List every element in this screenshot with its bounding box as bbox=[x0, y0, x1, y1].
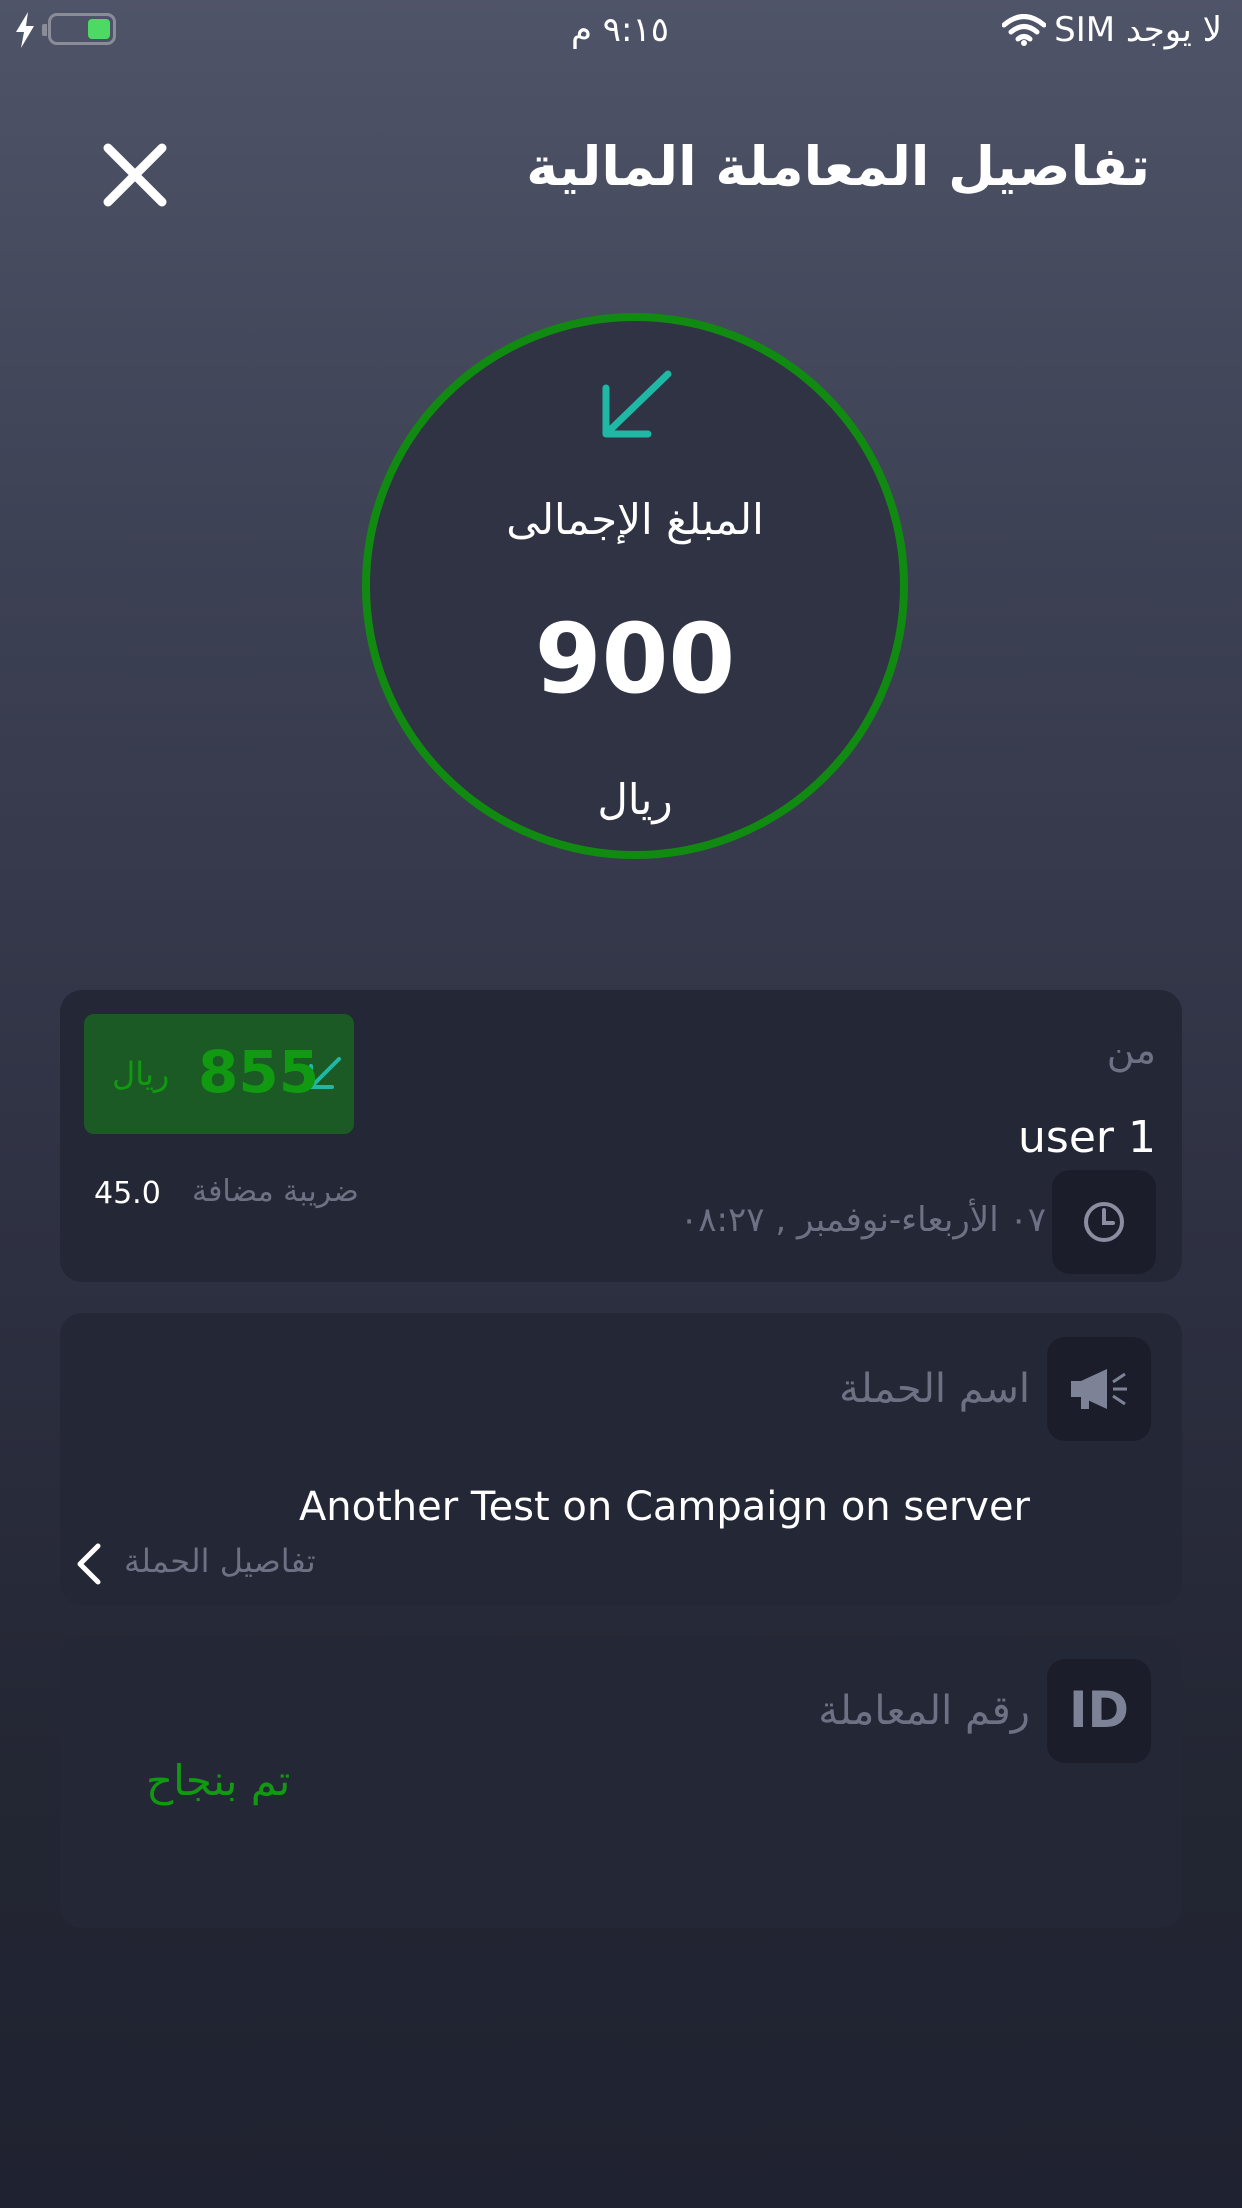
total-amount-currency: ريال bbox=[597, 775, 673, 824]
campaign-label: اسم الحملة bbox=[839, 1366, 1030, 1412]
chevron-left-icon bbox=[77, 1543, 101, 1585]
incoming-arrow-icon bbox=[602, 370, 672, 438]
page-title: تفاصيل المعاملة المالية bbox=[526, 135, 1150, 198]
carrier-label: لا يوجد SIM bbox=[1054, 10, 1222, 50]
close-icon[interactable] bbox=[100, 140, 170, 210]
wifi-icon bbox=[1002, 14, 1046, 46]
battery-level bbox=[88, 19, 110, 39]
clock-icon bbox=[1084, 1202, 1124, 1242]
id-icon: ID bbox=[1068, 1681, 1130, 1739]
sender-label: من bbox=[1106, 1028, 1156, 1072]
id-icon-box: ID bbox=[1047, 1659, 1151, 1763]
campaign-details-link[interactable]: تفاصيل الحملة bbox=[74, 1538, 334, 1588]
battery-icon bbox=[48, 13, 116, 45]
total-amount-value: 900 bbox=[534, 603, 736, 715]
sender-name: user 1 bbox=[1018, 1112, 1156, 1163]
vat-value: 45.0 bbox=[94, 1176, 161, 1211]
clock-icon-box bbox=[1052, 1170, 1156, 1274]
transaction-status: تم بنجاح bbox=[146, 1756, 291, 1805]
campaign-details-label: تفاصيل الحملة bbox=[124, 1542, 316, 1580]
battery-cap bbox=[42, 24, 47, 36]
status-time: ٩:١٥ م bbox=[570, 10, 670, 50]
net-amount: 855 bbox=[198, 1038, 320, 1106]
megaphone-icon bbox=[1071, 1369, 1127, 1409]
net-amount-currency: ريال bbox=[112, 1055, 170, 1093]
transaction-date: ٠٧ الأربعاء-نوفمبر , ٠٨:٢٧ bbox=[680, 1200, 1046, 1240]
total-amount-label: المبلغ الإجمالى bbox=[506, 495, 764, 544]
megaphone-icon-box bbox=[1047, 1337, 1151, 1441]
campaign-name: Another Test on Campaign on server bbox=[298, 1484, 1030, 1530]
transaction-id-label: رقم المعاملة bbox=[818, 1688, 1030, 1734]
vat-label: ضريبة مضافة bbox=[192, 1174, 359, 1209]
charging-icon bbox=[16, 12, 34, 48]
